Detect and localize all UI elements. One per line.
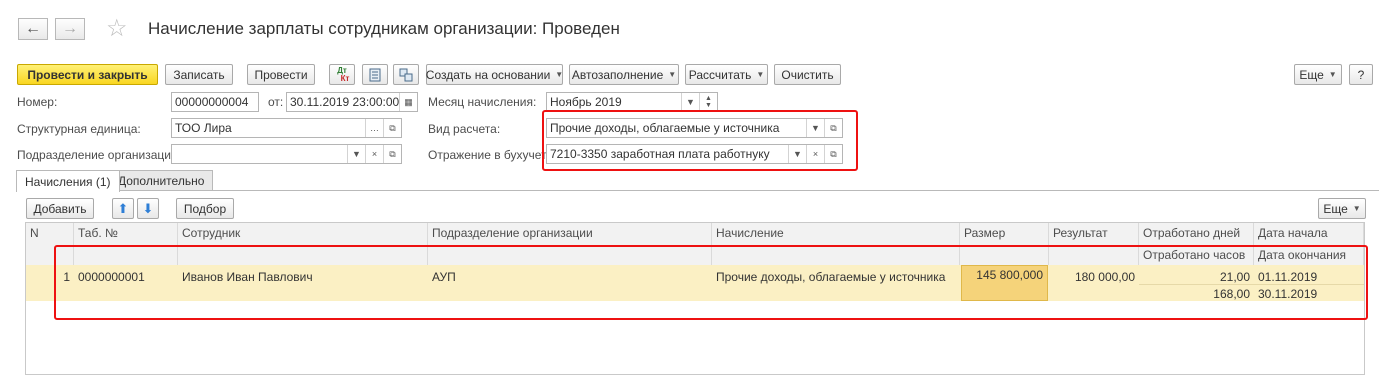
header-employee[interactable]: Сотрудник	[178, 223, 428, 245]
table-more-button[interactable]: Еще ▼	[1318, 198, 1366, 219]
department-field[interactable]: ▼ × ⧉	[171, 144, 402, 164]
dropdown-arrow-icon: ▼	[1352, 204, 1361, 213]
accounting-label: Отражение в бухучете:	[428, 148, 557, 162]
number-value: 00000000004	[175, 95, 249, 109]
window-title: Начисление зарплаты сотрудникам организа…	[148, 19, 620, 38]
dt-kt-button[interactable]: Дт Кт	[329, 64, 355, 85]
arrow-right-icon: →	[62, 20, 78, 37]
open-icon[interactable]: ⧉	[383, 119, 401, 137]
dropdown-arrow-icon: ▼	[555, 70, 564, 79]
calendar-icon[interactable]: ▦	[399, 93, 417, 111]
post-button[interactable]: Провести	[247, 64, 315, 85]
move-up-button[interactable]: ⬆	[112, 198, 134, 219]
post-and-close-button[interactable]: Провести и закрыть	[17, 64, 158, 85]
ellipsis-icon[interactable]: …	[365, 119, 383, 137]
unit-field[interactable]: ТОО Лира … ⧉	[171, 118, 402, 138]
month-label: Месяц начисления:	[428, 95, 537, 109]
clear-icon[interactable]: ×	[365, 145, 383, 163]
highlight-frame-row	[54, 245, 1368, 320]
header-accrual[interactable]: Начисление	[712, 223, 960, 245]
date-field[interactable]: 30.11.2019 23:00:00 ▦	[286, 92, 418, 112]
header-department[interactable]: Подразделение организации	[428, 223, 712, 245]
tab-accruals[interactable]: Начисления (1)	[16, 170, 120, 192]
header-tab-no[interactable]: Таб. №	[74, 223, 178, 245]
date-value: 30.11.2019 23:00:00	[290, 95, 399, 109]
document-structure-icon	[399, 68, 413, 81]
clear-button[interactable]: Очистить	[774, 64, 841, 85]
open-icon[interactable]: ⧉	[383, 145, 401, 163]
number-label: Номер:	[17, 95, 58, 109]
structure-button[interactable]	[393, 64, 419, 85]
month-value: Ноябрь 2019	[550, 95, 622, 109]
dropdown-arrow-icon: ▼	[756, 70, 765, 79]
header-days[interactable]: Отработано дней	[1139, 223, 1254, 245]
arrow-left-icon: ←	[25, 20, 41, 37]
number-field[interactable]: 00000000004	[171, 92, 259, 112]
kt-label: Кт	[340, 73, 350, 83]
add-row-button[interactable]: Добавить	[26, 198, 94, 219]
save-button[interactable]: Записать	[165, 64, 233, 85]
help-button[interactable]: ?	[1349, 64, 1373, 85]
date-label: от:	[268, 95, 284, 109]
unit-label: Структурная единица:	[17, 122, 141, 136]
more-button[interactable]: Еще ▼	[1294, 64, 1342, 85]
header-result[interactable]: Результат	[1049, 223, 1139, 245]
chevron-down-icon[interactable]: ▼	[347, 145, 365, 163]
department-label: Подразделение организации:	[17, 148, 182, 162]
header-start[interactable]: Дата начала	[1254, 223, 1364, 245]
dropdown-arrow-icon: ▼	[668, 70, 677, 79]
header-amount[interactable]: Размер	[960, 223, 1049, 245]
month-field[interactable]: Ноябрь 2019 ▼ ▲ ▼	[546, 92, 718, 112]
forward-button[interactable]: →	[55, 18, 85, 40]
dropdown-arrow-icon: ▼	[1328, 70, 1337, 79]
table-more-label: Еще	[1323, 201, 1348, 216]
arrow-down-icon: ⬇	[142, 200, 154, 216]
autofill-label: Автозаполнение	[571, 67, 664, 82]
favorite-star-icon[interactable]: ☆	[106, 14, 128, 43]
arrow-up-icon: ⬆	[117, 200, 129, 216]
autofill-button[interactable]: Автозаполнение ▼	[569, 64, 679, 85]
move-down-button[interactable]: ⬇	[137, 198, 159, 219]
chevron-down-icon[interactable]: ▼	[681, 93, 699, 111]
create-based-on-label: Создать на основании	[425, 67, 551, 82]
spin-icon[interactable]: ▲ ▼	[699, 93, 717, 111]
highlight-frame-fields	[542, 110, 858, 171]
create-based-on-button[interactable]: Создать на основании ▼	[426, 64, 563, 85]
calculate-label: Рассчитать	[688, 67, 752, 82]
back-button[interactable]: ←	[18, 18, 48, 40]
print-list-button[interactable]	[362, 64, 388, 85]
tab-additional[interactable]: Дополнительно	[109, 170, 214, 191]
calculate-button[interactable]: Рассчитать ▼	[685, 64, 768, 85]
more-label: Еще	[1299, 67, 1324, 82]
select-button[interactable]: Подбор	[176, 198, 234, 219]
calc-type-label: Вид расчета:	[428, 122, 501, 136]
unit-value: ТОО Лира	[175, 121, 232, 135]
document-list-icon	[369, 68, 381, 81]
